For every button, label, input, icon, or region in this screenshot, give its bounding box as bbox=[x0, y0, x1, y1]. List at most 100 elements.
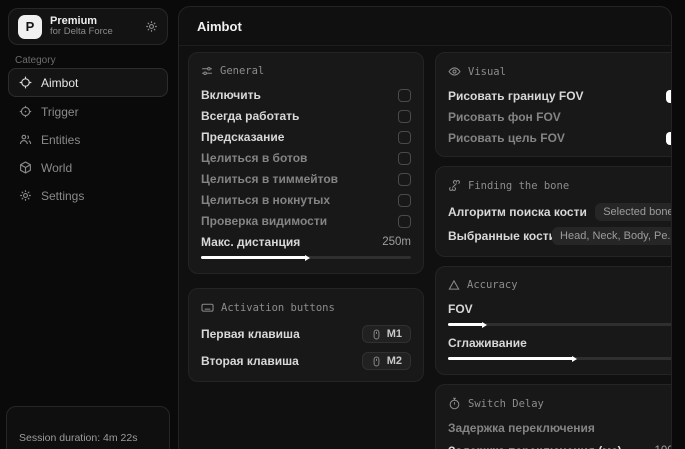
sidebar-item-aimbot[interactable]: Aimbot bbox=[8, 68, 168, 97]
sidebar-item-settings[interactable]: Settings bbox=[8, 182, 168, 209]
fov-slider[interactable] bbox=[448, 323, 672, 326]
sidebar-item-trigger[interactable]: Trigger bbox=[8, 98, 168, 125]
right-column: Visual Рисовать границу FOV Рисовать фон… bbox=[435, 52, 672, 449]
page-title: Aimbot bbox=[197, 19, 653, 34]
visual-row: Рисовать цель FOV bbox=[448, 131, 672, 145]
panel-header: Aimbot bbox=[179, 7, 671, 46]
card-title-text: Visual bbox=[468, 66, 506, 78]
checkbox[interactable] bbox=[398, 89, 411, 102]
switch-delay-card-title: Switch Delay bbox=[448, 397, 672, 410]
users-icon bbox=[19, 133, 32, 146]
toggle-label: Включить bbox=[201, 88, 261, 102]
general-card-title: General bbox=[201, 65, 411, 77]
checkbox[interactable] bbox=[398, 194, 411, 207]
keybind-label: Вторая клавиша bbox=[201, 354, 299, 368]
slider-fill[interactable] bbox=[201, 256, 306, 259]
dropdown-label: Выбранные кости bbox=[448, 229, 556, 243]
sidebar-item-label: Settings bbox=[41, 189, 84, 203]
keybind-row: Вторая клавиша M2 bbox=[201, 352, 411, 370]
target-icon bbox=[19, 105, 32, 118]
checkbox[interactable] bbox=[398, 173, 411, 186]
keybind-key: M1 bbox=[387, 328, 402, 340]
brand-subtitle: for Delta Force bbox=[50, 27, 137, 38]
keybind-row: Первая клавиша M1 bbox=[201, 325, 411, 343]
max-distance-slider[interactable] bbox=[201, 256, 411, 259]
accuracy-card: Accuracy FOV 50° Сглаживание bbox=[435, 266, 672, 375]
toggle-row: Задержка переключения bbox=[448, 421, 672, 435]
dropdown-value: Head, Neck, Body, Pe.. bbox=[560, 230, 672, 242]
sidebar-nav: Aimbot Trigger Entities bbox=[8, 68, 168, 209]
card-title-text: Finding the bone bbox=[468, 180, 569, 192]
dropdown-value: Selected bone bbox=[603, 206, 672, 218]
switch-delay-card: Switch Delay Задержка переключения Задер… bbox=[435, 384, 672, 449]
slider-label: Сглаживание bbox=[448, 336, 527, 350]
sidebar-item-label: Aimbot bbox=[41, 76, 78, 90]
brand-card: P Premium for Delta Force bbox=[8, 8, 168, 45]
sidebar-item-label: Trigger bbox=[41, 105, 79, 119]
visual-label: Рисовать цель FOV bbox=[448, 131, 565, 145]
dropdown-row: Алгоритм поиска кости Selected bone bbox=[448, 203, 672, 221]
activation-card-title: Activation buttons bbox=[201, 301, 411, 314]
smoothing-slider-block: Сглаживание 50% bbox=[448, 336, 672, 360]
visual-card-title: Visual bbox=[448, 65, 672, 78]
visual-row: Рисовать границу FOV bbox=[448, 89, 672, 103]
switch-delay-slider-block: Задержка переключения (мс) 1000 ms bbox=[448, 444, 672, 449]
toggle-row: Целиться в нокнутых bbox=[201, 193, 411, 207]
card-title-text: Accuracy bbox=[467, 279, 518, 291]
toggle-row: Всегда работать bbox=[201, 109, 411, 123]
keybind-button[interactable]: M2 bbox=[362, 352, 411, 370]
card-title-text: Switch Delay bbox=[468, 398, 544, 410]
toggle-row: Целиться в ботов bbox=[201, 151, 411, 165]
toggle-label: Проверка видимости bbox=[201, 214, 327, 228]
toggle-label: Предсказание bbox=[201, 130, 284, 144]
card-title-text: Activation buttons bbox=[221, 302, 335, 314]
color-swatch[interactable] bbox=[666, 90, 672, 103]
toggle-label: Целиться в тиммейтов bbox=[201, 172, 338, 186]
toggle-row: Включить bbox=[201, 88, 411, 102]
bone-algorithm-select[interactable]: Selected bone bbox=[595, 203, 672, 221]
toggle-label: Всегда работать bbox=[201, 109, 299, 123]
triangle-icon bbox=[448, 279, 460, 291]
toggle-row: Проверка видимости bbox=[201, 214, 411, 228]
visual-card: Visual Рисовать границу FOV Рисовать фон… bbox=[435, 52, 672, 157]
main-panel: Aimbot General Включить bbox=[178, 6, 672, 449]
keyboard-icon bbox=[201, 301, 214, 314]
smoothing-slider[interactable] bbox=[448, 357, 672, 360]
keybind-label: Первая клавиша bbox=[201, 327, 300, 341]
checkbox[interactable] bbox=[398, 215, 411, 228]
panel-content: General Включить Всегда работать Предска… bbox=[179, 46, 671, 449]
dropdown-row: Выбранные кости Head, Neck, Body, Pe.. bbox=[448, 227, 672, 245]
gear-icon[interactable] bbox=[145, 20, 158, 33]
color-swatch[interactable] bbox=[666, 132, 672, 145]
crosshair-icon bbox=[19, 76, 32, 89]
bone-icon bbox=[448, 179, 461, 192]
visual-row: Рисовать фон FOV bbox=[448, 110, 672, 124]
selected-bones-select[interactable]: Head, Neck, Body, Pe.. bbox=[552, 227, 672, 245]
stopwatch-icon bbox=[448, 397, 461, 410]
finding-bone-card: Finding the bone Алгоритм поиска кости S… bbox=[435, 166, 672, 257]
slider-fill[interactable] bbox=[448, 323, 483, 326]
slider-fill[interactable] bbox=[448, 357, 573, 360]
card-title-text: General bbox=[220, 65, 264, 77]
sidebar: P Premium for Delta Force Category Aimbo… bbox=[0, 0, 176, 449]
bone-card-title: Finding the bone bbox=[448, 179, 672, 192]
fov-slider-block: FOV 50° bbox=[448, 302, 672, 326]
toggle-label: Задержка переключения bbox=[448, 421, 595, 435]
toggle-row: Предсказание bbox=[201, 130, 411, 144]
sidebar-item-entities[interactable]: Entities bbox=[8, 126, 168, 153]
session-duration: Session duration: 4m 22s bbox=[19, 432, 137, 444]
mouse-icon bbox=[371, 356, 382, 367]
app-window: P Premium for Delta Force Category Aimbo… bbox=[0, 0, 685, 449]
checkbox[interactable] bbox=[398, 110, 411, 123]
sidebar-item-world[interactable]: World bbox=[8, 154, 168, 181]
brand-text: Premium for Delta Force bbox=[50, 15, 137, 39]
visual-label: Рисовать границу FOV bbox=[448, 89, 584, 103]
slider-value: 1000 ms bbox=[654, 445, 672, 449]
brand-logo: P bbox=[18, 15, 42, 39]
checkbox[interactable] bbox=[398, 131, 411, 144]
globe-icon bbox=[19, 161, 32, 174]
slider-label: FOV bbox=[448, 302, 473, 316]
checkbox[interactable] bbox=[398, 152, 411, 165]
slider-label: Задержка переключения (мс) bbox=[448, 444, 622, 449]
keybind-button[interactable]: M1 bbox=[362, 325, 411, 343]
